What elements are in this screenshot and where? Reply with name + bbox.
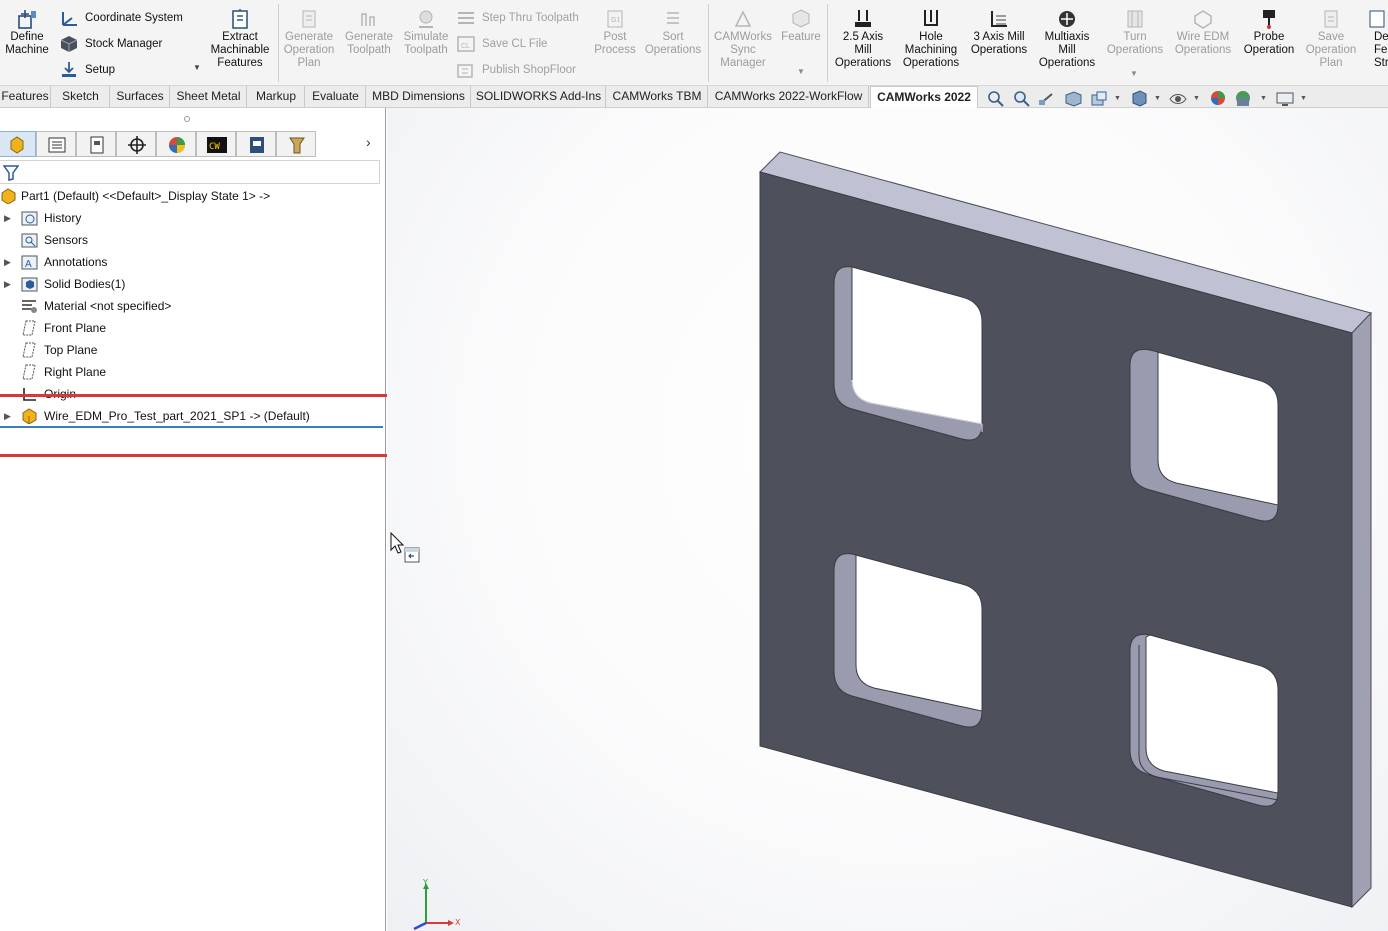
axis-y-label: Y: [422, 878, 428, 887]
model-view: [759, 151, 1372, 909]
mouse-cursor-icon: [390, 532, 404, 554]
axis-x-label: X: [455, 918, 461, 927]
plate-side-face: [1351, 311, 1372, 909]
collapse-panel-icon[interactable]: [404, 547, 420, 563]
reference-triad: Y X: [413, 878, 461, 931]
